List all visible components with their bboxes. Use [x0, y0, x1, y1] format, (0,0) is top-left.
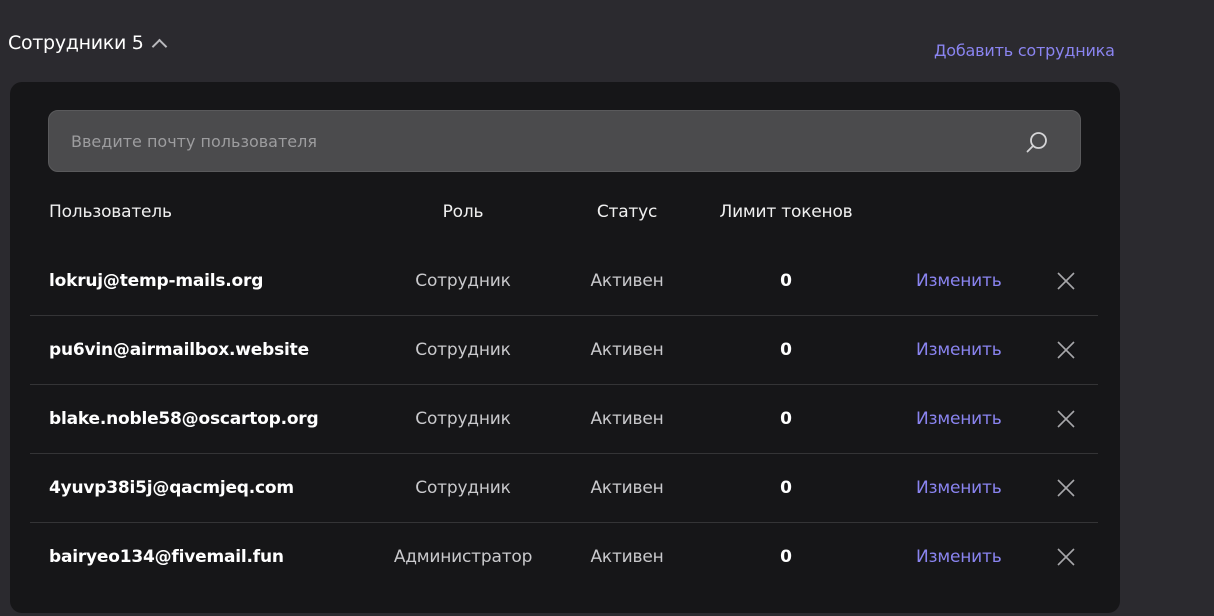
edit-button[interactable]: Изменить: [916, 316, 1002, 384]
edit-button[interactable]: Изменить: [916, 247, 1002, 315]
close-icon[interactable]: [1056, 478, 1076, 498]
employees-card: Пользователь Роль Статус Лимит токенов l…: [10, 82, 1120, 613]
user-email: blake.noble58@oscartop.org: [49, 409, 319, 429]
edit-button[interactable]: Изменить: [916, 523, 1002, 591]
user-role: Сотрудник: [415, 478, 511, 498]
search-input[interactable]: [49, 111, 1009, 171]
user-status: Активен: [590, 271, 664, 291]
token-limit: 0: [780, 547, 792, 567]
column-header-status: Статус: [596, 202, 658, 222]
employees-page: Сотрудники 5 Добавить сотрудника Пользов…: [0, 0, 1214, 616]
user-email: lokruj@temp-mails.org: [49, 271, 264, 291]
table-row: lokruj@temp-mails.org Сотрудник Активен …: [30, 247, 1098, 316]
user-email: pu6vin@airmailbox.website: [49, 340, 309, 360]
section-header[interactable]: Сотрудники 5: [8, 32, 167, 55]
table-row: bairyeo134@fivemail.fun Администратор Ак…: [30, 523, 1098, 592]
add-employee-link[interactable]: Добавить сотрудника: [934, 41, 1115, 60]
user-email: bairyeo134@fivemail.fun: [49, 547, 284, 567]
user-status: Активен: [590, 547, 664, 567]
user-email: 4yuvp38i5j@qacmjeq.com: [49, 478, 294, 498]
token-limit: 0: [780, 271, 792, 291]
user-status: Активен: [590, 340, 664, 360]
user-role: Сотрудник: [415, 271, 511, 291]
token-limit: 0: [780, 340, 792, 360]
table-row: blake.noble58@oscartop.org Сотрудник Акт…: [30, 385, 1098, 454]
table-row: pu6vin@airmailbox.website Сотрудник Акти…: [30, 316, 1098, 385]
close-icon[interactable]: [1056, 409, 1076, 429]
user-role: Сотрудник: [415, 409, 511, 429]
column-header-user: Пользователь: [49, 202, 172, 222]
close-icon[interactable]: [1056, 547, 1076, 567]
user-role: Администратор: [393, 547, 533, 567]
column-header-token-limit: Лимит токенов: [719, 202, 853, 222]
edit-button[interactable]: Изменить: [916, 385, 1002, 453]
column-header-role: Роль: [442, 202, 484, 222]
edit-button[interactable]: Изменить: [916, 454, 1002, 522]
search-icon[interactable]: [1025, 130, 1049, 154]
chevron-up-icon[interactable]: [151, 38, 167, 55]
search-box: [48, 110, 1081, 172]
token-limit: 0: [780, 478, 792, 498]
user-status: Активен: [590, 478, 664, 498]
token-limit: 0: [780, 409, 792, 429]
user-status: Активен: [590, 409, 664, 429]
table-row: 4yuvp38i5j@qacmjeq.com Сотрудник Активен…: [30, 454, 1098, 523]
section-title: Сотрудники 5: [8, 32, 144, 54]
close-icon[interactable]: [1056, 340, 1076, 360]
user-role: Сотрудник: [415, 340, 511, 360]
close-icon[interactable]: [1056, 271, 1076, 291]
